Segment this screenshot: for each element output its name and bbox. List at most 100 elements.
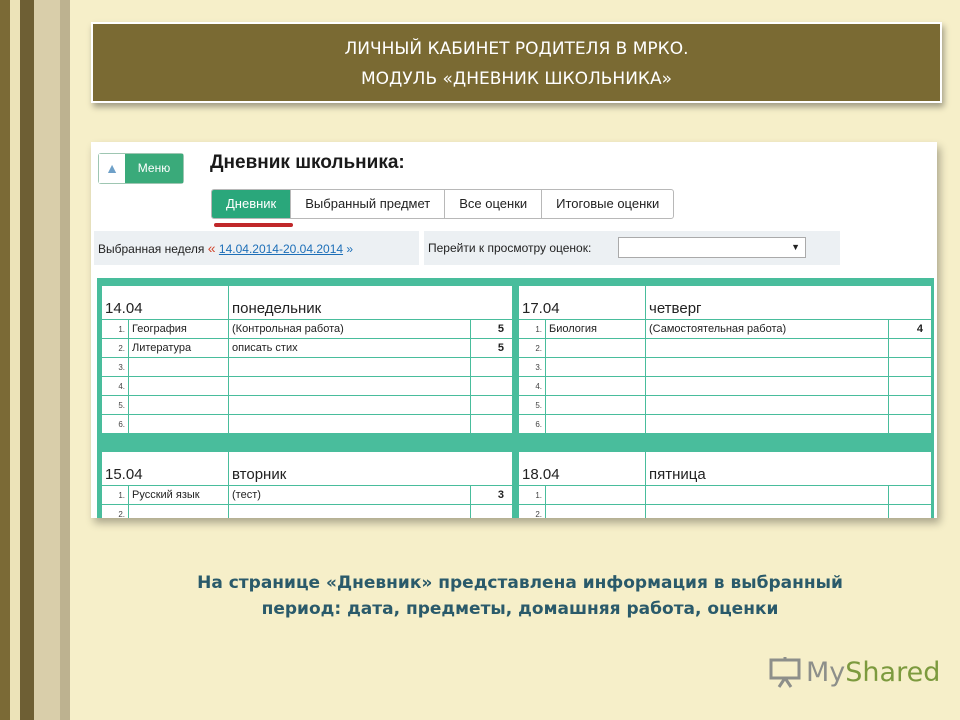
active-tab-underline — [214, 223, 293, 227]
lesson-subject: Биология — [544, 319, 647, 339]
lesson-number: 1. — [518, 485, 546, 505]
lesson-grade: 3 — [470, 485, 514, 505]
lesson-grade: 4 — [888, 319, 933, 339]
lesson-homework — [228, 357, 472, 377]
caption-line2: период: дата, предметы, домашняя работа,… — [261, 599, 779, 619]
day-table-tuesday: 15.04 вторник 1. Русский язык (тест) 3 2. — [100, 451, 514, 518]
lesson-homework: (Самостоятельная работа) — [645, 319, 890, 339]
lesson-number: 6. — [518, 414, 546, 434]
lesson-grade — [470, 357, 514, 377]
lesson-homework: (Контрольная работа) — [228, 319, 472, 339]
grades-view-select[interactable]: ▼ — [618, 237, 806, 258]
lesson-number: 1. — [101, 319, 129, 339]
lesson-homework — [645, 338, 890, 358]
day-table-monday: 14.04 понедельник 1. География (Контрольна… — [100, 285, 514, 434]
table-row: 5. — [518, 395, 933, 415]
lesson-grade — [888, 357, 933, 377]
slide-title-banner: ЛИЧНЫЙ КАБИНЕТ РОДИТЕЛЯ В МРКО. МОДУЛЬ «… — [91, 22, 942, 103]
table-row: 5. — [101, 395, 514, 415]
presentation-icon — [769, 657, 801, 688]
table-row: 6. — [101, 414, 514, 434]
lesson-number: 4. — [518, 376, 546, 396]
day-weekday: вторник — [228, 451, 514, 486]
lesson-subject — [544, 504, 647, 518]
watermark-prefix: My — [806, 656, 846, 688]
grades-view-label: Перейти к просмотру оценок: — [428, 241, 592, 255]
table-row: 2. Литература описать стих 5 — [101, 338, 514, 358]
lesson-subject — [544, 338, 647, 358]
day-date: 14.04 — [100, 285, 230, 320]
lesson-homework — [645, 485, 890, 505]
day-weekday: четверг — [645, 285, 933, 320]
lesson-number: 1. — [518, 319, 546, 339]
table-row: 2. — [101, 504, 514, 518]
lesson-number: 4. — [101, 376, 129, 396]
diary-screenshot: ▲ Меню Дневник школьника: Дневник Выбран… — [91, 142, 937, 518]
lesson-subject — [544, 376, 647, 396]
next-week-button[interactable]: » — [346, 242, 353, 256]
lesson-subject — [544, 485, 647, 505]
lesson-homework — [645, 504, 890, 518]
lesson-homework — [228, 504, 472, 518]
lesson-grade: 5 — [470, 319, 514, 339]
lesson-subject: Русский язык — [127, 485, 230, 505]
lesson-grade — [470, 414, 514, 434]
slide-caption: На странице «Дневник» представлена инфор… — [120, 570, 920, 622]
lesson-subject — [544, 395, 647, 415]
lesson-homework — [228, 414, 472, 434]
lesson-grade — [470, 395, 514, 415]
table-row: 2. — [518, 504, 933, 518]
lesson-number: 2. — [518, 504, 546, 518]
tab-bar: Дневник Выбранный предмет Все оценки Ито… — [211, 189, 675, 219]
decor-stripe — [60, 0, 70, 720]
lesson-number: 1. — [101, 485, 129, 505]
lesson-grade — [888, 485, 933, 505]
menu-button-label: Меню — [125, 154, 183, 183]
day-date: 18.04 — [517, 451, 647, 486]
lesson-subject — [127, 376, 230, 396]
caption-line1: На странице «Дневник» представлена инфор… — [197, 573, 843, 593]
lesson-homework: (тест) — [228, 485, 472, 505]
lesson-subject — [127, 414, 230, 434]
week-range-link[interactable]: 14.04.2014-20.04.2014 — [219, 242, 343, 256]
table-row: 1. Биология (Самостоятельная работа) 4 — [518, 319, 933, 339]
chevron-down-icon: ▼ — [791, 242, 800, 252]
prev-week-button[interactable]: « — [208, 240, 216, 256]
lesson-number: 2. — [518, 338, 546, 358]
menu-button[interactable]: ▲ Меню — [98, 153, 184, 184]
week-selector: Выбранная неделя « 14.04.2014-20.04.2014… — [94, 231, 419, 265]
lesson-number: 3. — [101, 357, 129, 377]
day-weekday: пятница — [645, 451, 933, 486]
tab-selected-subject[interactable]: Выбранный предмет — [291, 190, 446, 218]
table-row: 4. — [101, 376, 514, 396]
lesson-grade — [470, 376, 514, 396]
slide-title-line2: МОДУЛЬ «ДНЕВНИК ШКОЛЬНИКА» — [360, 69, 673, 89]
table-row: 2. — [518, 338, 933, 358]
day-table-friday: 18.04 пятница 1. 2. — [517, 451, 933, 518]
lesson-number: 5. — [101, 395, 129, 415]
lesson-grade — [888, 395, 933, 415]
lesson-subject — [127, 357, 230, 377]
tab-final-grades[interactable]: Итоговые оценки — [542, 190, 673, 218]
decor-stripe — [10, 0, 20, 720]
day-date: 15.04 — [100, 451, 230, 486]
tab-diary[interactable]: Дневник — [212, 190, 292, 218]
grades-view-selector: Перейти к просмотру оценок: ▼ — [424, 231, 840, 265]
lesson-subject: Литература — [127, 338, 230, 358]
decor-stripe — [20, 0, 34, 720]
day-header: 14.04 понедельник — [100, 285, 514, 320]
lesson-grade: 5 — [470, 338, 514, 358]
tab-all-grades[interactable]: Все оценки — [445, 190, 543, 218]
table-row: 3. — [518, 357, 933, 377]
table-row: 1. География (Контрольная работа) 5 — [101, 319, 514, 339]
lesson-number: 5. — [518, 395, 546, 415]
table-row: 4. — [518, 376, 933, 396]
decor-stripe — [34, 0, 60, 720]
lesson-subject — [544, 414, 647, 434]
day-header: 17.04 четверг — [517, 285, 933, 320]
lesson-homework — [645, 357, 890, 377]
lesson-number: 2. — [101, 338, 129, 358]
table-row: 6. — [518, 414, 933, 434]
lesson-subject — [544, 357, 647, 377]
decor-stripe — [0, 0, 10, 720]
